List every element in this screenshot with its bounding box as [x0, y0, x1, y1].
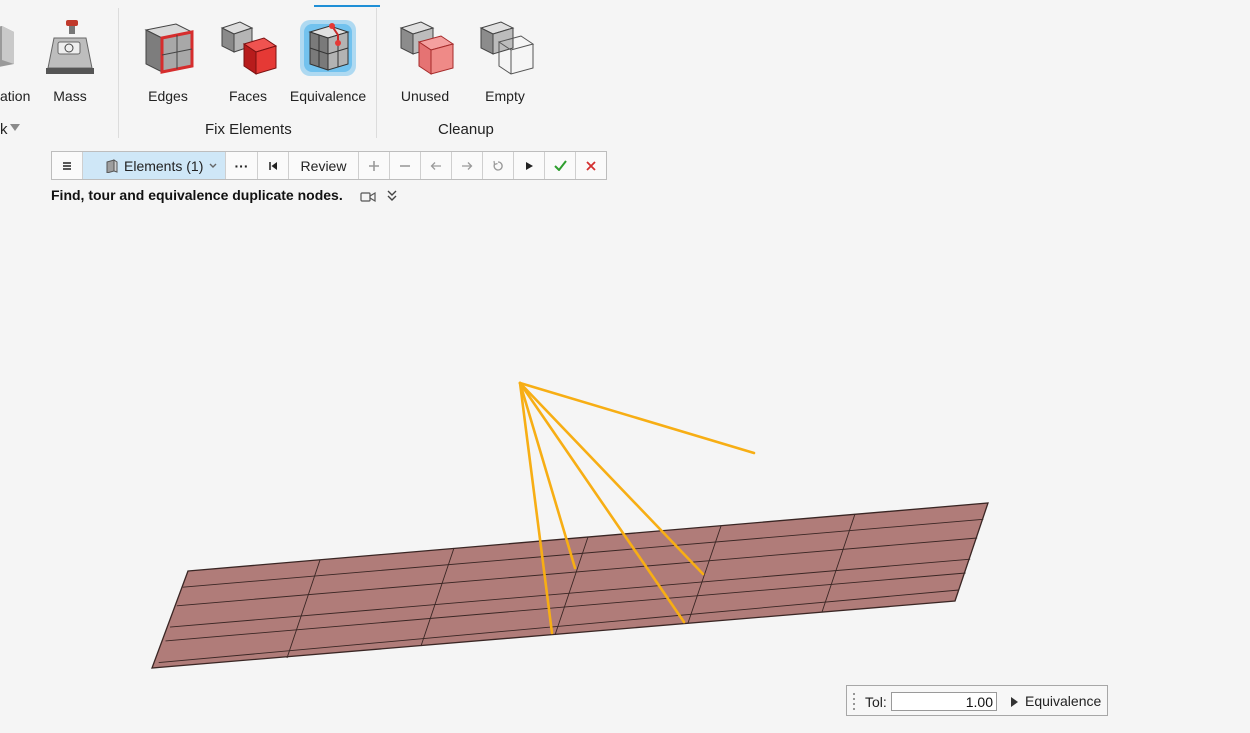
- shell-mesh[interactable]: [151, 502, 989, 669]
- tolerance-input[interactable]: [891, 692, 997, 711]
- graphics-viewport[interactable]: [0, 0, 1250, 733]
- drag-handle-icon[interactable]: [852, 692, 856, 711]
- equivalence-action-button[interactable]: Equivalence: [1025, 693, 1101, 709]
- equivalence-play-icon[interactable]: [1011, 697, 1018, 707]
- tolerance-label: Tol:: [865, 694, 887, 710]
- tolerance-panel: Tol: Equivalence: [846, 685, 1108, 716]
